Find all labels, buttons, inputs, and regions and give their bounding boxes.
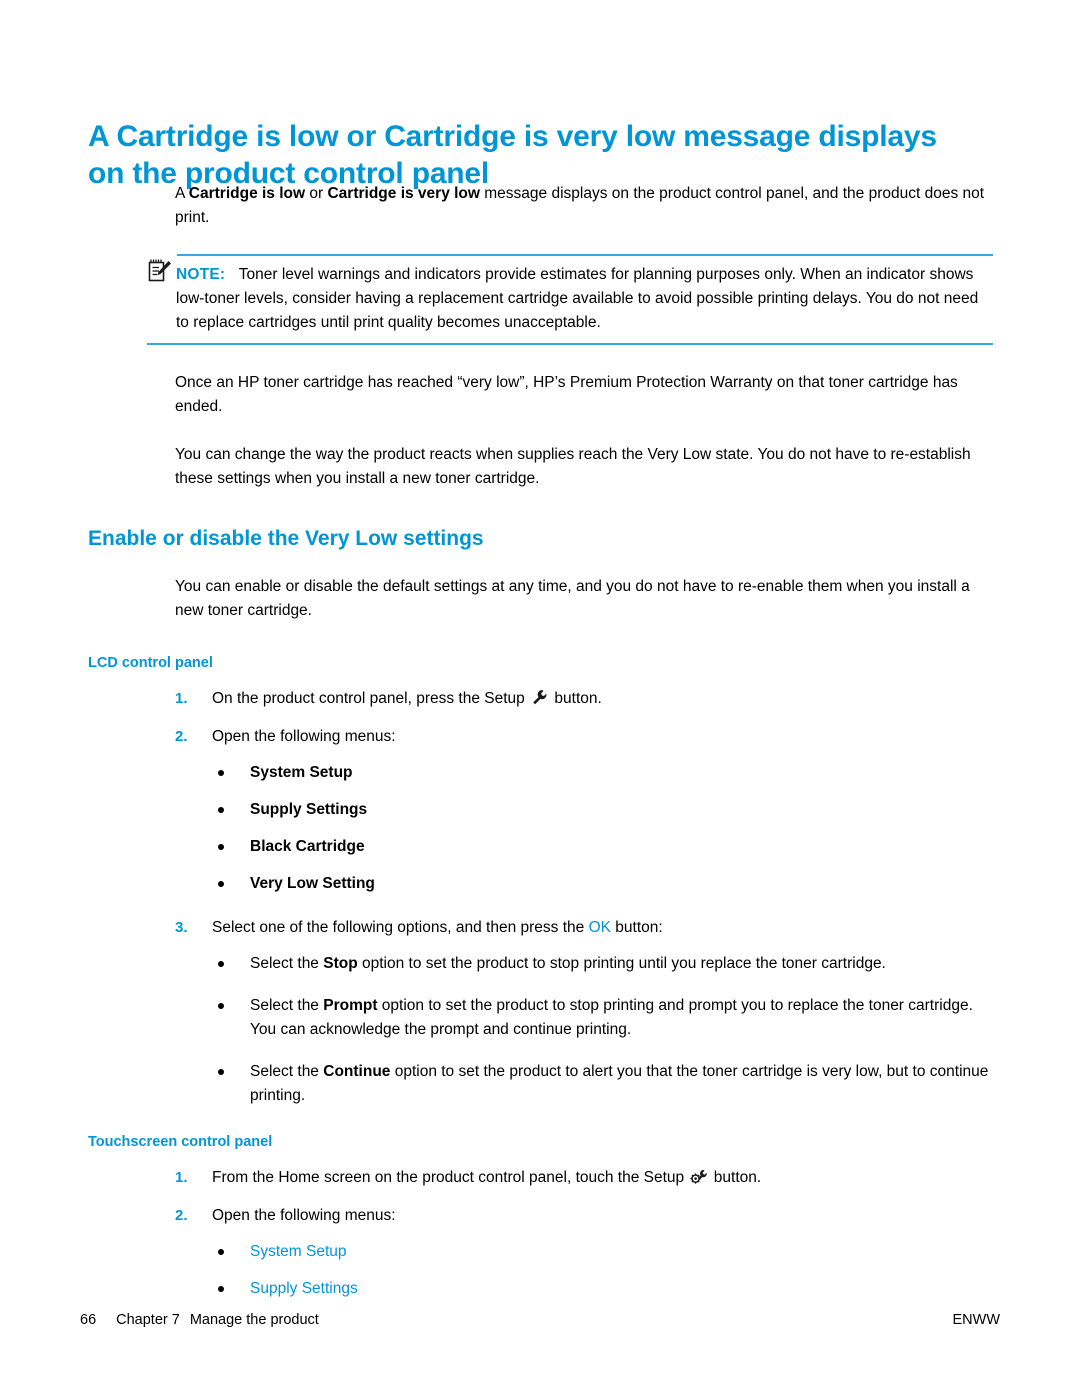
touchscreen-step-1-number: 1.	[175, 1169, 188, 1186]
lcd-option-prompt: Select the Prompt option to set the prod…	[212, 994, 995, 1042]
bullet-dot-icon	[218, 881, 224, 887]
footer-left: 66 Chapter 7 Manage the product	[80, 1310, 319, 1330]
lcd-menu-item-supply-settings: Supply Settings	[212, 798, 995, 822]
touchscreen-step-2: 2. Open the following menus:	[175, 1204, 1012, 1228]
touchscreen-step-2-text: Open the following menus:	[212, 1207, 396, 1224]
lcd-step-2-text: Open the following menus:	[212, 728, 396, 745]
touchscreen-menu-item-system-setup: System Setup	[212, 1240, 995, 1264]
intro-text-mid: or	[305, 185, 328, 202]
lcd-steps-list-continued: 3. Select one of the following options, a…	[0, 916, 1080, 940]
intro-paragraph: A Cartridge is low or Cartridge is very …	[175, 182, 993, 230]
change-settings-paragraph: You can change the way the product react…	[175, 446, 971, 487]
lcd-option-after: option to set the product to stop printi…	[357, 955, 886, 972]
gear-wrench-icon	[690, 1168, 708, 1185]
note-text: Toner level warnings and indicators prov…	[176, 266, 979, 331]
lcd-steps-list: 1. On the product control panel, press th…	[0, 687, 1080, 749]
lcd-step-3-text-before: Select one of the following options, and…	[212, 919, 589, 936]
section-heading-very-low-settings: Enable or disable the Very Low settings	[88, 527, 484, 550]
lcd-step-2-number: 2.	[175, 728, 188, 745]
touchscreen-menu-item-supply-settings: Supply Settings	[212, 1277, 995, 1301]
bullet-dot-icon	[218, 1003, 224, 1009]
lcd-option-before: Select the	[250, 997, 324, 1014]
intro-bold-1: Cartridge is low	[188, 185, 306, 202]
page-title: A Cartridge is low or Cartridge is very …	[88, 120, 937, 191]
bullet-dot-icon	[218, 1249, 224, 1255]
touchscreen-step-1: 1. From the Home screen on the product co…	[175, 1166, 1012, 1190]
footer-chapter: Chapter 7	[116, 1312, 180, 1328]
lcd-menu-label: Supply Settings	[250, 801, 368, 818]
touchscreen-step-1-text-after: button.	[709, 1169, 762, 1186]
page-content: A Cartridge is low or Cartridge is very …	[0, 182, 1080, 1314]
lcd-step-2: 2. Open the following menus:	[175, 725, 1012, 749]
lcd-step-3: 3. Select one of the following options, a…	[175, 916, 1012, 940]
bullet-dot-icon	[218, 961, 224, 967]
note-pad-pencil-icon	[147, 258, 173, 284]
document-page: A Cartridge is low or Cartridge is very …	[0, 0, 1080, 1397]
intro-text-1: A	[175, 185, 189, 202]
lcd-option-before: Select the	[250, 955, 324, 972]
touchscreen-step-2-number: 2.	[175, 1207, 188, 1224]
intro-bold-2: Cartridge is very low	[327, 185, 480, 202]
bullet-dot-icon	[218, 807, 224, 813]
lcd-options-list: Select the Stop option to set the produc…	[0, 952, 1080, 1108]
lcd-menu-item-very-low-setting: Very Low Setting	[212, 872, 995, 896]
wrench-icon	[531, 689, 548, 706]
ok-button-keyword: OK	[588, 919, 611, 936]
bullet-dot-icon	[218, 770, 224, 776]
subheading-lcd-control-panel: LCD control panel	[88, 655, 213, 671]
footer-right-enww: ENWW	[952, 1312, 1000, 1328]
note-box: NOTE: Toner level warnings and indicators…	[147, 254, 993, 345]
touchscreen-steps-list: 1. From the Home screen on the product co…	[0, 1166, 1080, 1228]
lcd-option-keyword: Prompt	[323, 997, 378, 1014]
lcd-menu-label: Very Low Setting	[250, 875, 375, 892]
subheading-touchscreen-control-panel: Touchscreen control panel	[88, 1134, 273, 1150]
lcd-menu-item-system-setup: System Setup	[212, 761, 995, 785]
note-label: NOTE:	[176, 266, 226, 283]
note-body: NOTE: Toner level warnings and indicators…	[176, 263, 993, 335]
lcd-step-1-text-after: button.	[550, 690, 602, 707]
lcd-step-1-number: 1.	[175, 690, 188, 707]
footer-page-number: 66	[80, 1312, 97, 1328]
enable-disable-paragraph: You can enable or disable the default se…	[175, 578, 970, 619]
lcd-menu-label: Black Cartridge	[250, 838, 365, 855]
lcd-option-stop: Select the Stop option to set the produc…	[212, 952, 995, 976]
warranty-paragraph: Once an HP toner cartridge has reached “…	[175, 374, 958, 415]
footer-chapter-title: Manage the product	[189, 1312, 319, 1328]
touchscreen-menu-label: Supply Settings	[250, 1280, 358, 1297]
bullet-dot-icon	[218, 844, 224, 850]
lcd-step-1-text-before: On the product control panel, press the …	[212, 690, 530, 707]
lcd-step-1: 1. On the product control panel, press th…	[175, 687, 1012, 711]
touchscreen-step-1-text-before: From the Home screen on the product cont…	[212, 1169, 689, 1186]
lcd-menu-list: System Setup Supply Settings Black Cartr…	[0, 761, 1080, 896]
bullet-dot-icon	[218, 1069, 224, 1075]
lcd-step-3-text-after: button:	[610, 919, 663, 936]
touchscreen-menu-label: System Setup	[250, 1243, 347, 1260]
page-footer: 66 Chapter 7 Manage the product ENWW	[80, 1310, 1000, 1330]
lcd-step-3-number: 3.	[175, 919, 188, 936]
lcd-option-before: Select the	[250, 1063, 324, 1080]
touchscreen-menu-list: System Setup Supply Settings	[0, 1240, 1080, 1301]
lcd-option-continue: Select the Continue option to set the pr…	[212, 1060, 995, 1108]
note-rule-gap	[147, 254, 177, 256]
bullet-dot-icon	[218, 1286, 224, 1292]
lcd-menu-label: System Setup	[250, 764, 353, 781]
lcd-option-keyword: Stop	[323, 955, 358, 972]
lcd-option-keyword: Continue	[323, 1063, 391, 1080]
lcd-menu-item-black-cartridge: Black Cartridge	[212, 835, 995, 859]
